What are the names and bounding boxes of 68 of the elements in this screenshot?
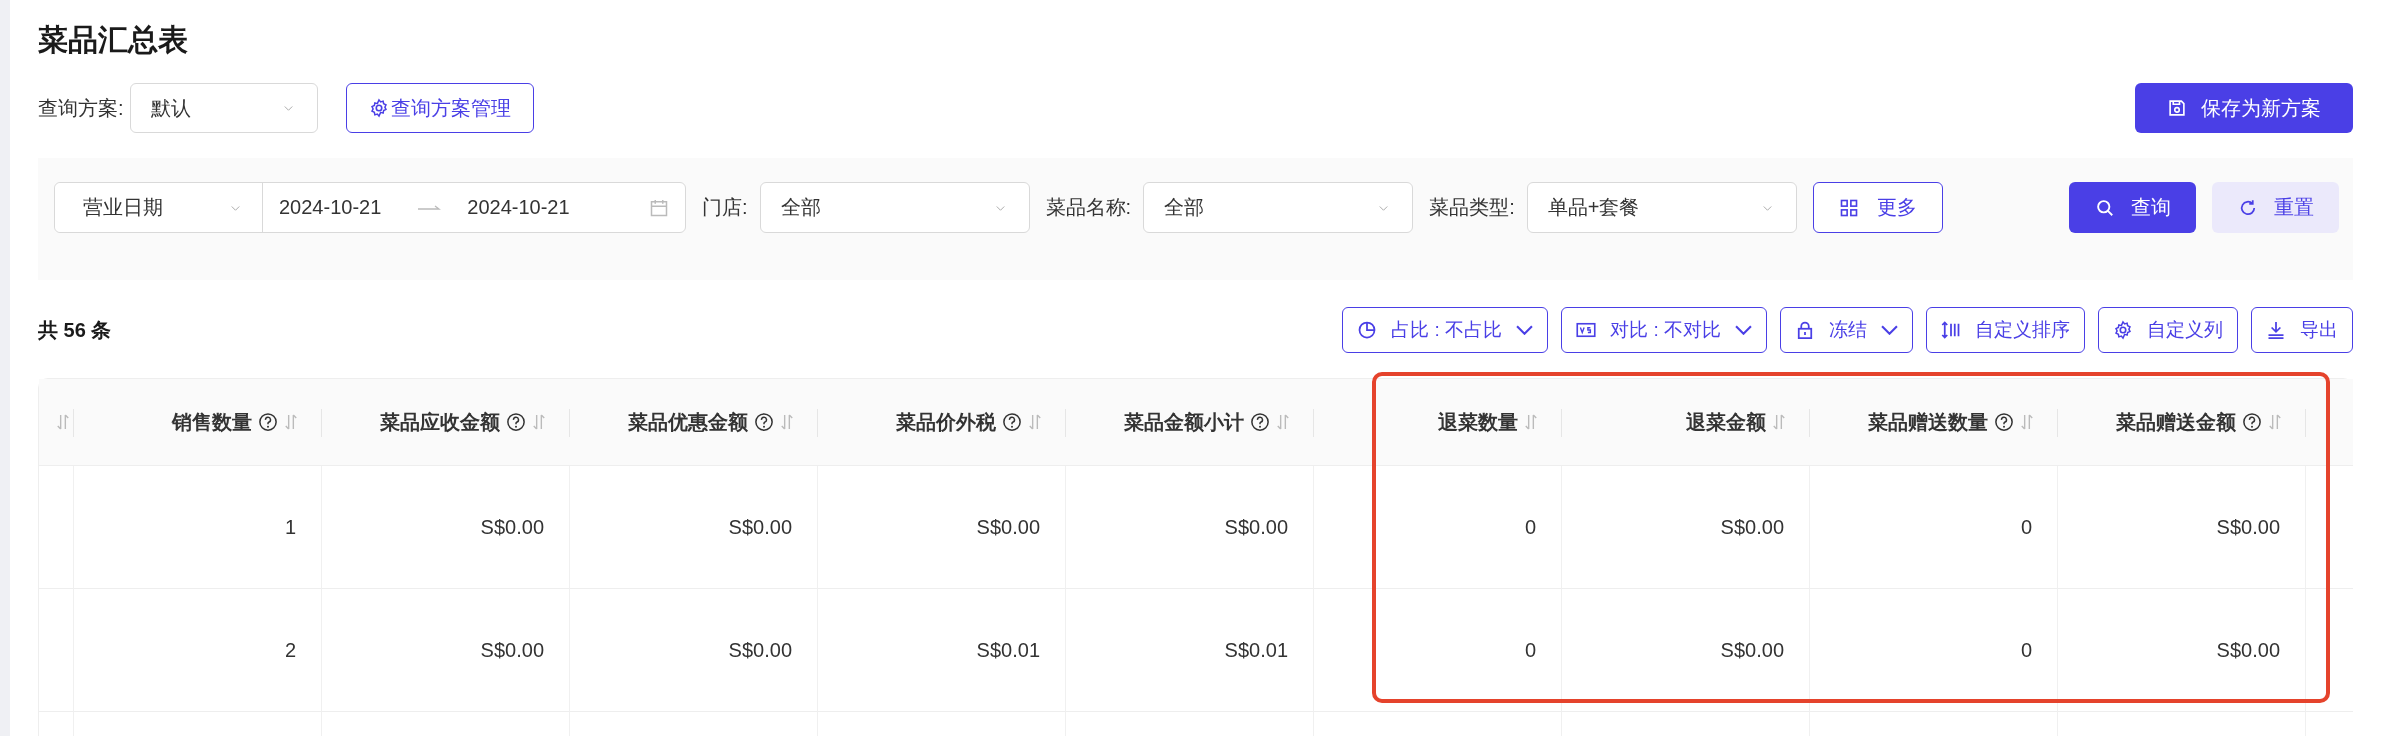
toolbar-button[interactable]: 自定义列: [2098, 307, 2238, 353]
download-icon: [2266, 320, 2286, 340]
table-cell: 0: [1810, 466, 2058, 589]
sort-icon[interactable]: [1028, 412, 1042, 432]
pie-chart-icon: [1357, 320, 1378, 340]
table-cell: S$0.01: [1066, 589, 1314, 712]
save-icon: [2167, 98, 2187, 118]
table-cell: S$0.00: [570, 589, 818, 712]
table-cell: 0: [1314, 589, 1562, 712]
scheme-select[interactable]: 默认: [129, 83, 318, 133]
column-header: 销售数量: [172, 409, 252, 435]
column-header: 菜品赠送金额: [2116, 409, 2236, 435]
sort-icon[interactable]: [1524, 412, 1538, 432]
toolbar-button[interactable]: 冻结: [1780, 307, 1913, 353]
column-header: 菜品金额小计: [1124, 409, 1244, 435]
more-filters-button[interactable]: 更多: [1812, 182, 1943, 233]
scheme-label: 查询方案:: [38, 95, 124, 121]
filter-label: 菜品类型:: [1429, 195, 1515, 220]
sort-icon[interactable]: [780, 412, 794, 432]
table-cell: 2: [74, 589, 322, 712]
search-button[interactable]: 查询: [2069, 182, 2196, 233]
table-cell: S$0.00: [818, 466, 1066, 589]
table-cell: S$0.01: [818, 589, 1066, 712]
table-cell: S$0.00: [570, 466, 818, 589]
settings-icon: [368, 98, 389, 118]
table-cell: S$0.00: [322, 466, 570, 589]
search-icon: [2094, 197, 2115, 218]
save-scheme-button[interactable]: 保存为新方案: [2135, 83, 2353, 133]
toolbar-button[interactable]: 导出: [2251, 307, 2353, 353]
filter-select[interactable]: 全部: [1143, 182, 1414, 233]
table-cell: S$0.00: [322, 589, 570, 712]
filter-select[interactable]: 全部: [759, 182, 1030, 233]
column-header: 菜品赠送数量: [1868, 409, 1988, 435]
scheme-manage-button[interactable]: 查询方案管理: [345, 83, 534, 133]
sort-columns-icon: [1941, 320, 1961, 340]
toolbar-button[interactable]: 占比 : 不占比: [1342, 307, 1549, 353]
table-cell: 0: [1314, 466, 1562, 589]
reset-button[interactable]: 重置: [2212, 182, 2339, 233]
table-cell: S$0.00: [2058, 589, 2306, 712]
page-title: 菜品汇总表: [38, 22, 189, 58]
record-count: 共 56 条: [38, 317, 112, 343]
table-cell: S$0.00: [1562, 589, 1810, 712]
sort-icon[interactable]: [532, 412, 546, 432]
toolbar-button[interactable]: 对比 : 不对比: [1561, 307, 1767, 353]
filter-label: 菜品名称:: [1045, 195, 1132, 220]
column-header: 退菜数量: [1438, 409, 1518, 435]
filter-label: 门店:: [702, 195, 748, 220]
lock-icon: [1795, 320, 1815, 340]
sort-icon[interactable]: [1772, 412, 1786, 432]
table-cell: 1: [74, 466, 322, 589]
toolbar-button[interactable]: 自定义排序: [1926, 307, 2085, 353]
column-header: 菜品应收金额: [380, 409, 500, 435]
column-header: 菜品价外税: [896, 409, 996, 435]
vs-icon: [1576, 320, 1597, 340]
sort-icon[interactable]: [284, 412, 298, 432]
settings-icon: [2113, 320, 2133, 340]
sort-icon: [56, 412, 70, 432]
table-cell: S$0.00: [2058, 466, 2306, 589]
filter-select[interactable]: 单品+套餐: [1526, 182, 1797, 233]
table-cell: S$0.00: [1562, 466, 1810, 589]
table-cell: S$0.00: [1066, 466, 1314, 589]
column-header: 退菜金额: [1686, 409, 1766, 435]
column-header: 菜品优惠金额: [628, 409, 748, 435]
sort-icon[interactable]: [2268, 412, 2282, 432]
sort-icon[interactable]: [2020, 412, 2034, 432]
table-cell: 0: [1810, 589, 2058, 712]
grid-icon: [1838, 197, 1859, 218]
sort-icon[interactable]: [1276, 412, 1290, 432]
